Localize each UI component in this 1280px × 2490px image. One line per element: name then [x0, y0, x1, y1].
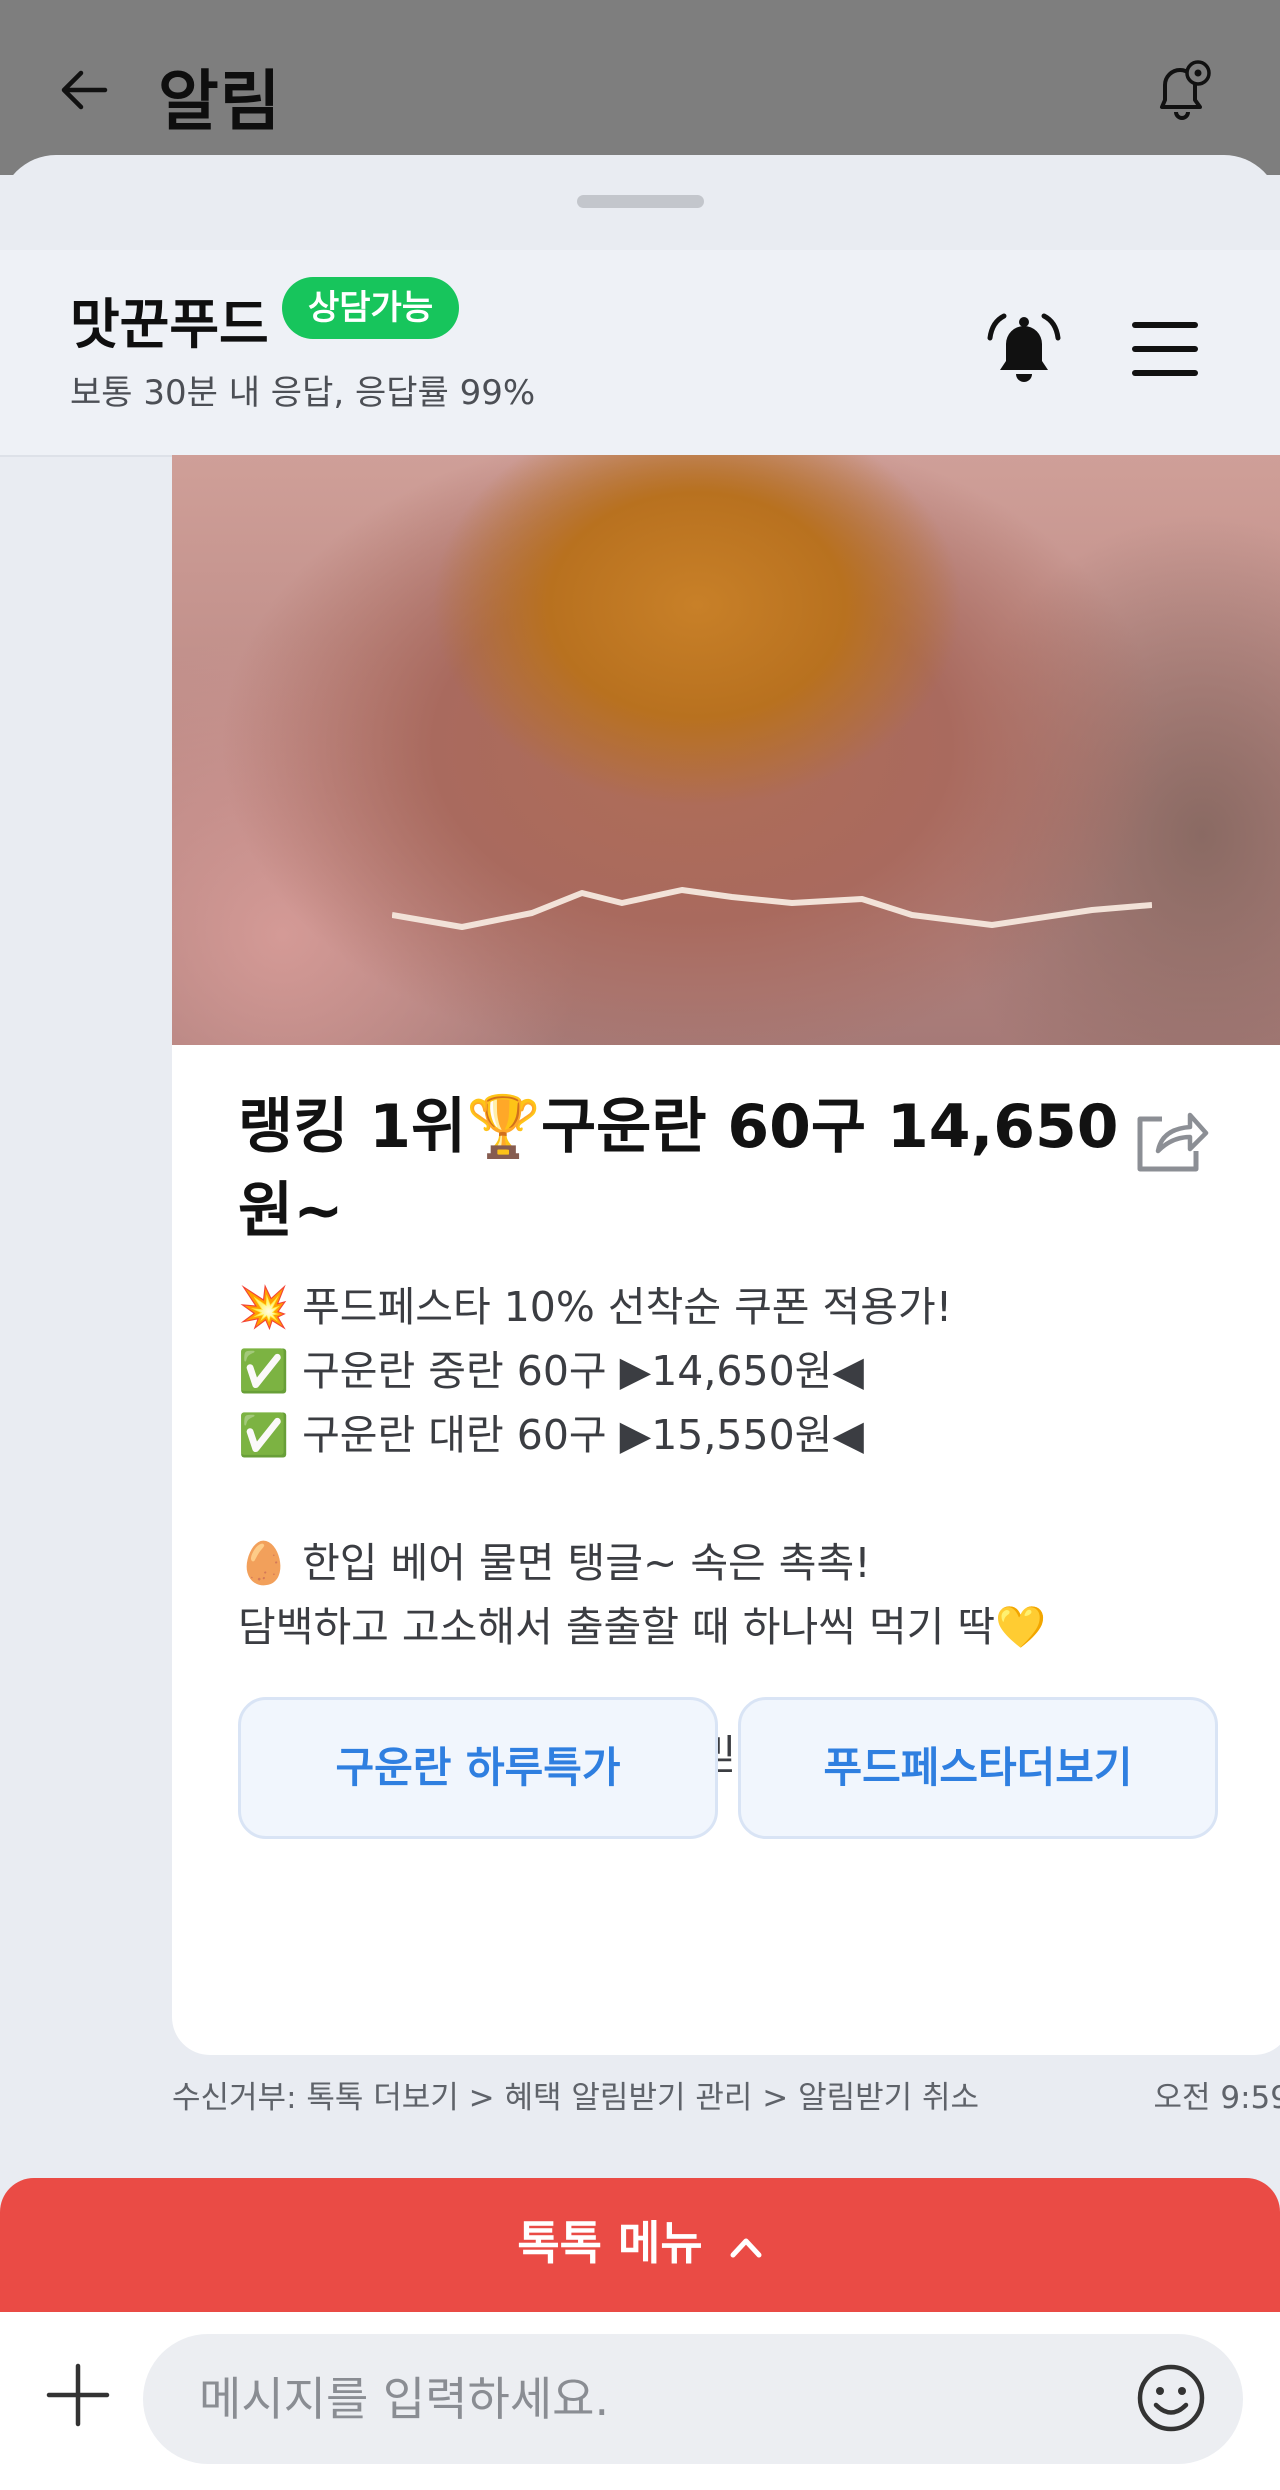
talk-menu-button[interactable]: 톡톡 메뉴 — [0, 2178, 1280, 2318]
channel-name[interactable]: 맛꾼푸드 — [70, 280, 269, 359]
message-headline: 랭킹 1위🏆구운란 60구 14,650원~ — [238, 1092, 1119, 1246]
egg-shell-edge — [392, 887, 1152, 930]
message-input[interactable] — [143, 2334, 1243, 2464]
chat-sheet: 맛꾼푸드 상담가능 보통 30분 내 응답, 응답률 99% 랭킹 1위🏆구운란… — [0, 155, 1280, 2490]
talk-menu-label: 톡톡 메뉴 — [517, 2216, 703, 2270]
bell-icon[interactable] — [982, 308, 1066, 392]
share-icon[interactable] — [1132, 1105, 1210, 1177]
unsubscribe-notice: 수신거부: 톡톡 더보기 > 혜택 알림받기 관리 > 알림받기 취소 — [172, 2080, 980, 2116]
daily-deal-button[interactable]: 구운란 하루특가 — [238, 1697, 718, 1839]
top-bar: 알림 — [0, 0, 1280, 175]
response-info: 보통 30분 내 응답, 응답률 99% — [70, 373, 536, 413]
chevron-up-icon — [729, 2178, 763, 2308]
food-festa-more-button[interactable]: 푸드페스타더보기 — [738, 1697, 1218, 1839]
message-footer: 수신거부: 톡톡 더보기 > 혜택 알림받기 관리 > 알림받기 취소 오전 9… — [172, 2072, 1280, 2117]
chat-header: 맛꾼푸드 상담가능 보통 30분 내 응답, 응답률 99% — [0, 250, 1280, 457]
notification-settings-icon[interactable] — [1148, 55, 1218, 125]
product-image[interactable] — [172, 455, 1280, 1045]
plus-icon[interactable] — [45, 2362, 111, 2428]
message-time: 오전 9:59 — [1153, 2080, 1280, 2116]
hamburger-menu-icon[interactable] — [1130, 318, 1200, 380]
sheet-grabber[interactable] — [577, 195, 704, 208]
page-title: 알림 — [158, 63, 282, 140]
message-input-bar — [0, 2312, 1280, 2490]
back-arrow-icon[interactable] — [55, 60, 115, 120]
message-card: 랭킹 1위🏆구운란 60구 14,650원~ 💥 푸드페스타 10% 선착순 쿠… — [172, 455, 1280, 2055]
emoji-icon[interactable] — [1135, 2362, 1207, 2434]
status-badge: 상담가능 — [282, 277, 460, 339]
